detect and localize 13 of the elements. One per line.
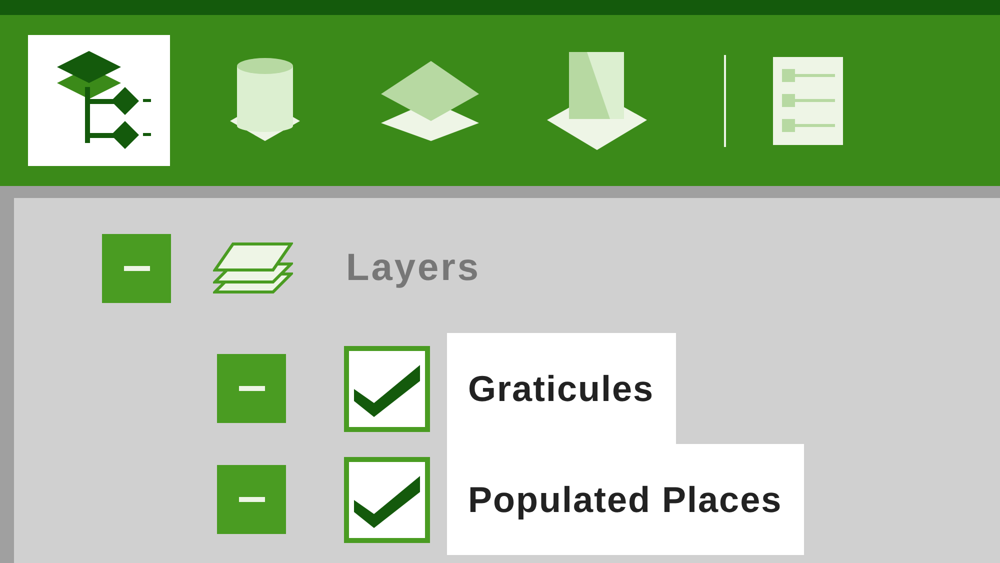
layers-icon: [213, 242, 293, 296]
list-document-icon: [773, 56, 843, 144]
layer-label[interactable]: Graticules: [447, 333, 676, 444]
layers-icon: [381, 60, 481, 140]
layer-label[interactable]: Populated Places: [447, 444, 804, 555]
tree-label: Layers: [346, 246, 481, 291]
checkbox[interactable]: [344, 456, 430, 542]
checkbox[interactable]: [344, 346, 430, 432]
collapse-button[interactable]: [217, 354, 286, 423]
collapse-button[interactable]: [102, 234, 171, 303]
page-down-arrow-icon: [547, 52, 647, 150]
collapse-button[interactable]: [217, 465, 286, 534]
toolbar-button[interactable]: [28, 35, 170, 166]
